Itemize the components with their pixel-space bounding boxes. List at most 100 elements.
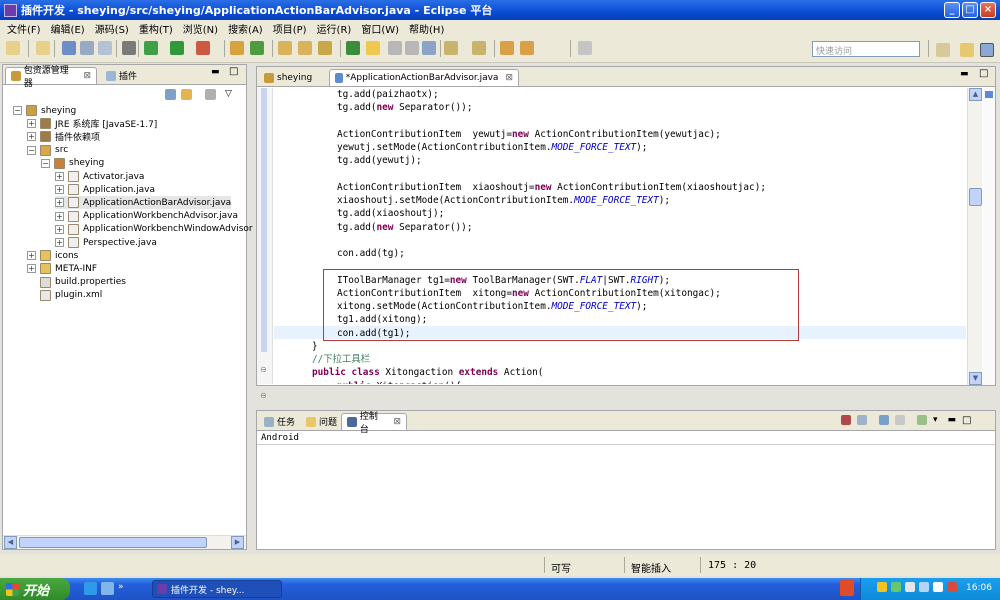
maximize-view-icon[interactable]: □ xyxy=(229,66,238,77)
tree-item[interactable]: + ApplicationWorkbenchWindowAdvisor xyxy=(55,223,253,236)
collapse-icon[interactable]: − xyxy=(27,145,36,155)
quick-access-input[interactable]: 快速访问 xyxy=(812,41,920,57)
chevron-right-icon[interactable]: » xyxy=(118,582,124,595)
scroll-right-icon[interactable]: ▶ xyxy=(231,536,244,549)
new-dropdown-icon[interactable] xyxy=(36,41,50,55)
save-all-icon[interactable] xyxy=(80,41,94,55)
tab-tasks[interactable]: 任务 xyxy=(259,413,300,430)
expand-icon[interactable]: + xyxy=(27,264,36,274)
prev-edit-icon[interactable] xyxy=(472,41,486,55)
show-whitespace-icon[interactable] xyxy=(422,41,436,55)
run-plugin-icon[interactable] xyxy=(250,41,264,55)
collapse-icon[interactable]: − xyxy=(41,158,50,168)
debug-icon[interactable] xyxy=(144,41,158,55)
print-icon[interactable] xyxy=(98,41,112,55)
overview-marker[interactable] xyxy=(985,91,993,98)
open-perspective-icon[interactable] xyxy=(936,43,950,57)
tree-item[interactable]: + ApplicationWorkbenchAdvisor.java xyxy=(55,210,238,223)
start-button[interactable]: 开始 xyxy=(0,578,70,600)
fold-icon[interactable]: ⊖ xyxy=(260,391,267,400)
next-annotation-icon[interactable] xyxy=(346,41,360,55)
horizontal-scrollbar[interactable]: ◀ ▶ xyxy=(3,535,246,549)
link-with-editor-icon[interactable] xyxy=(181,89,192,100)
tab-application-action-bar-advisor[interactable]: *ApplicationActionBarAdvisor.java ⊠ xyxy=(329,69,519,86)
ie-icon[interactable] xyxy=(84,582,97,595)
tree-item[interactable]: − src xyxy=(27,144,68,157)
tree-item[interactable]: + ApplicationActionBarAdvisor.java xyxy=(55,196,232,210)
new-plugin-icon[interactable] xyxy=(230,41,244,55)
scroll-thumb[interactable] xyxy=(19,537,207,548)
tree-item[interactable]: + Activator.java xyxy=(55,170,144,183)
minimize-button[interactable]: _ xyxy=(944,2,960,18)
tray-icon[interactable] xyxy=(905,582,915,592)
java-perspective-icon[interactable] xyxy=(960,43,974,57)
menu-item[interactable]: 编辑(E) xyxy=(46,21,90,36)
tree-item[interactable]: + META-INF xyxy=(27,262,97,275)
clear-console-icon[interactable] xyxy=(857,415,867,425)
tray-icon[interactable] xyxy=(947,582,957,592)
block-selection-icon[interactable] xyxy=(405,41,419,55)
chevron-down-icon[interactable]: ▾ xyxy=(933,415,938,426)
expand-icon[interactable]: + xyxy=(27,119,36,129)
explorer-icon[interactable] xyxy=(101,582,114,595)
expand-icon[interactable]: + xyxy=(55,198,64,208)
volume-icon[interactable] xyxy=(919,582,929,592)
open-type-icon[interactable] xyxy=(278,41,292,55)
forward-icon[interactable] xyxy=(520,41,534,55)
close-icon[interactable]: ⊠ xyxy=(505,73,513,83)
menu-item[interactable]: 帮助(H) xyxy=(404,21,449,36)
toggle-icon[interactable] xyxy=(122,41,136,55)
tree-item[interactable]: + JRE 系统库 [JavaSE-1.7] xyxy=(27,117,157,130)
toggle-mark-icon[interactable] xyxy=(388,41,402,55)
tree-item[interactable]: + Perspective.java xyxy=(55,236,157,249)
view-menu-icon[interactable] xyxy=(205,89,216,100)
new-icon[interactable] xyxy=(6,41,20,55)
tray-icon[interactable] xyxy=(891,582,901,592)
open-console-icon[interactable] xyxy=(917,415,927,425)
close-icon[interactable]: ⊠ xyxy=(393,417,401,427)
expand-icon[interactable]: + xyxy=(55,172,64,181)
tree-item[interactable]: plugin.xml xyxy=(27,289,102,302)
tab-console[interactable]: 控制台 ⊠ xyxy=(341,412,407,435)
tree-item[interactable]: + 插件依赖项 xyxy=(27,130,100,143)
tab-problems[interactable]: 问题 xyxy=(301,413,342,430)
tree-item[interactable]: + icons xyxy=(27,249,78,262)
tab-sheying[interactable]: sheying xyxy=(259,69,327,86)
minimize-view-icon[interactable]: ▬ xyxy=(948,415,957,426)
tab-plugins[interactable]: 插件 xyxy=(101,67,142,84)
close-icon[interactable]: ⊠ xyxy=(83,71,91,81)
minimize-view-icon[interactable]: ▬ xyxy=(960,69,969,79)
collapse-all-icon[interactable] xyxy=(165,89,176,100)
expand-icon[interactable]: + xyxy=(55,224,64,234)
terminate-icon[interactable] xyxy=(841,415,851,425)
expand-icon[interactable]: + xyxy=(55,238,64,247)
expand-icon[interactable]: + xyxy=(27,132,36,142)
maximize-button[interactable]: □ xyxy=(962,2,978,18)
tree-item[interactable]: + Application.java xyxy=(55,183,155,196)
menu-item[interactable]: 文件(F) xyxy=(2,21,46,36)
menu-item[interactable]: 搜索(A) xyxy=(223,21,268,36)
display-console-icon[interactable] xyxy=(895,415,905,425)
minimize-view-icon[interactable]: ▬ xyxy=(211,67,220,77)
taskbar-item-eclipse[interactable]: 插件开发 - shey... xyxy=(152,580,282,598)
tree-item[interactable]: − sheying xyxy=(41,157,104,170)
expand-icon[interactable]: + xyxy=(55,211,64,221)
tab-package-explorer[interactable]: 包资源管理器 ⊠ xyxy=(5,66,97,89)
pin-icon[interactable] xyxy=(578,41,592,55)
scroll-up-icon[interactable]: ▲ xyxy=(969,88,982,101)
plugin-perspective-icon[interactable] xyxy=(980,43,994,57)
menu-item[interactable]: 窗口(W) xyxy=(356,21,404,36)
expand-icon[interactable]: + xyxy=(27,251,36,261)
maximize-view-icon[interactable]: □ xyxy=(962,415,971,426)
back-icon[interactable] xyxy=(500,41,514,55)
pin-console-icon[interactable] xyxy=(879,415,889,425)
search-icon[interactable] xyxy=(318,41,332,55)
editor-vertical-scrollbar[interactable]: ▲ ▼ xyxy=(967,88,982,385)
scroll-thumb[interactable] xyxy=(969,188,982,206)
tree-item[interactable]: − sheying xyxy=(13,104,76,117)
expand-icon[interactable]: + xyxy=(55,185,64,195)
menu-item[interactable]: 源码(S) xyxy=(90,21,134,36)
input-method-icon[interactable] xyxy=(840,580,854,596)
chevron-down-icon[interactable]: ▽ xyxy=(225,89,232,100)
next-edit-icon[interactable] xyxy=(444,41,458,55)
